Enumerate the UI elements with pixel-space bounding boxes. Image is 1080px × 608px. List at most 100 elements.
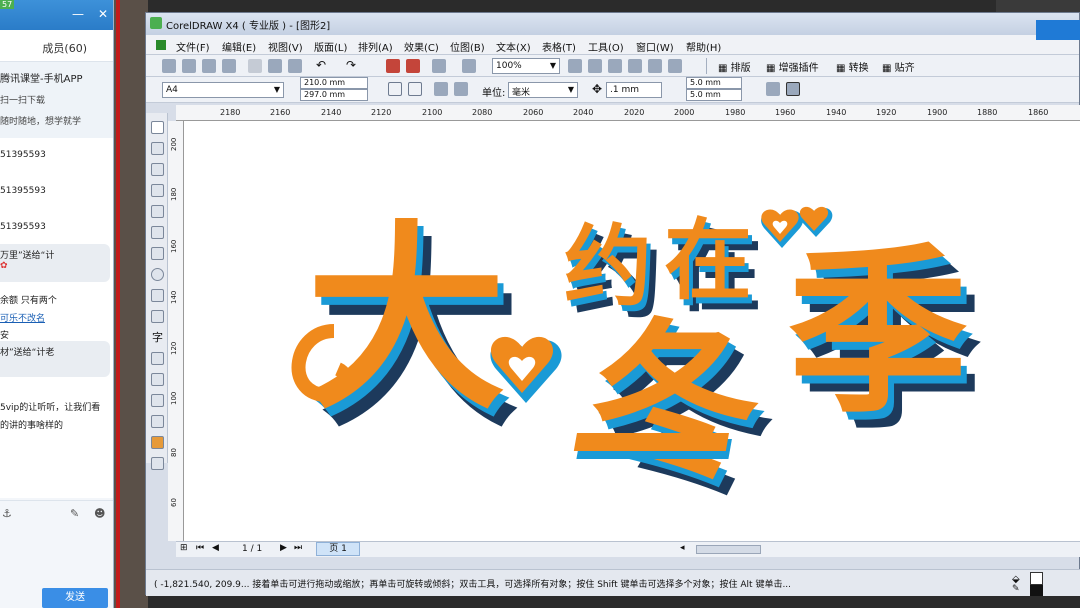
- text-tool-icon[interactable]: 字: [152, 329, 165, 344]
- pin-icon[interactable]: ⚓: [2, 507, 12, 520]
- undo-icon[interactable]: ↶: [316, 58, 326, 72]
- horizontal-scrollbar[interactable]: [696, 545, 761, 554]
- export-icon[interactable]: [406, 59, 420, 73]
- page-tab-1[interactable]: 页 1: [316, 542, 360, 556]
- page-height-value: 297.0 mm: [304, 90, 346, 99]
- zoom-in-icon[interactable]: [568, 59, 582, 73]
- close-icon[interactable]: ✕: [98, 8, 108, 20]
- artwork-char: 季: [788, 229, 968, 438]
- outline-tool-icon[interactable]: [151, 415, 164, 428]
- plugin-typeset-button[interactable]: ▦ 排版: [718, 59, 751, 74]
- nudge-distance-field[interactable]: .1 mm: [606, 82, 662, 98]
- current-page-icon[interactable]: [454, 82, 468, 96]
- zoom-all-icon[interactable]: [628, 59, 642, 73]
- zoom-width-icon[interactable]: [668, 59, 682, 73]
- treat-as-filled-icon[interactable]: [766, 82, 780, 96]
- pick-tool-icon[interactable]: [151, 121, 164, 134]
- zoom-level-select[interactable]: 100% ▼: [492, 58, 560, 74]
- ellipse-tool-icon[interactable]: [151, 268, 164, 281]
- snap-objects-icon[interactable]: [786, 82, 800, 96]
- outline-indicator-icon[interactable]: ✎: [1012, 584, 1025, 594]
- plugin-snap-button[interactable]: ▦ 贴齐: [882, 59, 915, 74]
- fill-tool-icon[interactable]: [151, 436, 164, 449]
- minimize-icon[interactable]: —: [72, 8, 84, 20]
- page-add-icon[interactable]: ⊞: [180, 543, 188, 553]
- menu-window[interactable]: 窗口(W): [636, 39, 674, 54]
- new-icon[interactable]: [162, 59, 176, 73]
- application-launcher-icon[interactable]: [432, 59, 446, 73]
- page-navigator: ⊞ ⏮ ◀ 1 / 1 ▶ ⏭ 页 1 ◂: [176, 541, 1080, 557]
- interactive-fill-tool-icon[interactable]: [151, 457, 164, 470]
- coreldraw-window: CorelDRAW X4 ( 专业版 ) - [图形2] 文件(F) 编辑(E)…: [145, 12, 1080, 596]
- polygon-tool-icon[interactable]: [151, 289, 164, 302]
- menu-arrange[interactable]: 排列(A): [358, 39, 393, 54]
- paste-icon[interactable]: [288, 59, 302, 73]
- outline-color-swatch[interactable]: [1030, 585, 1043, 596]
- menu-file[interactable]: 文件(F): [176, 39, 210, 54]
- duplicate-x-field[interactable]: 5.0 mm: [686, 77, 742, 89]
- artwork-3d-text[interactable]: 大 大 大 约 约 约 在 在 在 冬 冬 冬 季 季 季: [184, 121, 1080, 541]
- zoom-selected-icon[interactable]: [608, 59, 622, 73]
- drawing-canvas[interactable]: 大 大 大 约 约 约 在 在 在 冬 冬 冬 季 季 季: [184, 121, 1080, 541]
- menu-edit[interactable]: 编辑(E): [222, 39, 256, 54]
- cloud-app-icon[interactable]: [1036, 20, 1080, 40]
- crop-tool-icon[interactable]: [151, 163, 164, 176]
- duplicate-y-value: 5.0 mm: [690, 90, 721, 99]
- ruler-tick: 60: [170, 498, 178, 507]
- save-icon[interactable]: [202, 59, 216, 73]
- eyedropper-tool-icon[interactable]: [151, 394, 164, 407]
- user-icon[interactable]: ☻: [94, 507, 105, 520]
- artwork-char: 在: [664, 209, 752, 312]
- landscape-icon[interactable]: [408, 82, 422, 96]
- zoom-tool-icon[interactable]: [151, 184, 164, 197]
- all-pages-icon[interactable]: [434, 82, 448, 96]
- send-button[interactable]: 发送: [42, 588, 108, 608]
- page-width-field[interactable]: 210.0 mm: [300, 77, 368, 89]
- shape-tool-icon[interactable]: [151, 142, 164, 155]
- freehand-tool-icon[interactable]: [151, 205, 164, 218]
- table-tool-icon[interactable]: [151, 352, 164, 365]
- menu-bitmaps[interactable]: 位图(B): [450, 39, 485, 54]
- duplicate-y-field[interactable]: 5.0 mm: [686, 89, 742, 101]
- menu-table[interactable]: 表格(T): [542, 39, 576, 54]
- welcome-icon[interactable]: [462, 59, 476, 73]
- no-fill-swatch[interactable]: [1030, 572, 1043, 585]
- next-page-icon[interactable]: ▶: [280, 543, 287, 553]
- interactive-effects-tool-icon[interactable]: [151, 373, 164, 386]
- zoom-out-icon[interactable]: [588, 59, 602, 73]
- plugin-convert-button[interactable]: ▦ 转换: [836, 59, 869, 74]
- copy-icon[interactable]: [268, 59, 282, 73]
- page-width-value: 210.0 mm: [304, 78, 346, 87]
- first-page-icon[interactable]: ⏮: [196, 543, 204, 553]
- page-height-field[interactable]: 297.0 mm: [300, 89, 368, 101]
- menu-help[interactable]: 帮助(H): [686, 39, 721, 54]
- zoom-page-icon[interactable]: [648, 59, 662, 73]
- unit-select[interactable]: 毫米 ▼: [508, 82, 578, 98]
- user-link[interactable]: 可乐不改名: [0, 311, 45, 324]
- portrait-icon[interactable]: [388, 82, 402, 96]
- basic-shapes-tool-icon[interactable]: [151, 310, 164, 323]
- menu-tools[interactable]: 工具(O): [588, 39, 624, 54]
- menu-layout[interactable]: 版面(L): [314, 39, 347, 54]
- redo-icon[interactable]: ↷: [346, 58, 356, 72]
- page-size-select[interactable]: A4 ▼: [162, 82, 284, 98]
- import-icon[interactable]: [386, 59, 400, 73]
- open-icon[interactable]: [182, 59, 196, 73]
- menu-text[interactable]: 文本(X): [496, 39, 531, 54]
- toolbox: 字: [146, 113, 168, 470]
- menu-view[interactable]: 视图(V): [268, 39, 303, 54]
- prev-page-icon[interactable]: ◀: [212, 543, 219, 553]
- scroll-left-icon[interactable]: ◂: [680, 543, 685, 553]
- cut-icon[interactable]: [248, 59, 262, 73]
- last-page-icon[interactable]: ⏭: [294, 543, 302, 553]
- rectangle-tool-icon[interactable]: [151, 247, 164, 260]
- menu-effects[interactable]: 效果(C): [404, 39, 439, 54]
- smart-fill-tool-icon[interactable]: [151, 226, 164, 239]
- plugin-enhance-button[interactable]: ▦ 增强插件: [766, 59, 819, 74]
- edit-icon[interactable]: ✎: [70, 507, 79, 520]
- tab-members[interactable]: 成员(60): [42, 40, 87, 56]
- bar-decoration: [573, 433, 729, 451]
- app-menu-icon[interactable]: [156, 40, 166, 50]
- ruler-tick: 2100: [422, 108, 443, 117]
- print-icon[interactable]: [222, 59, 236, 73]
